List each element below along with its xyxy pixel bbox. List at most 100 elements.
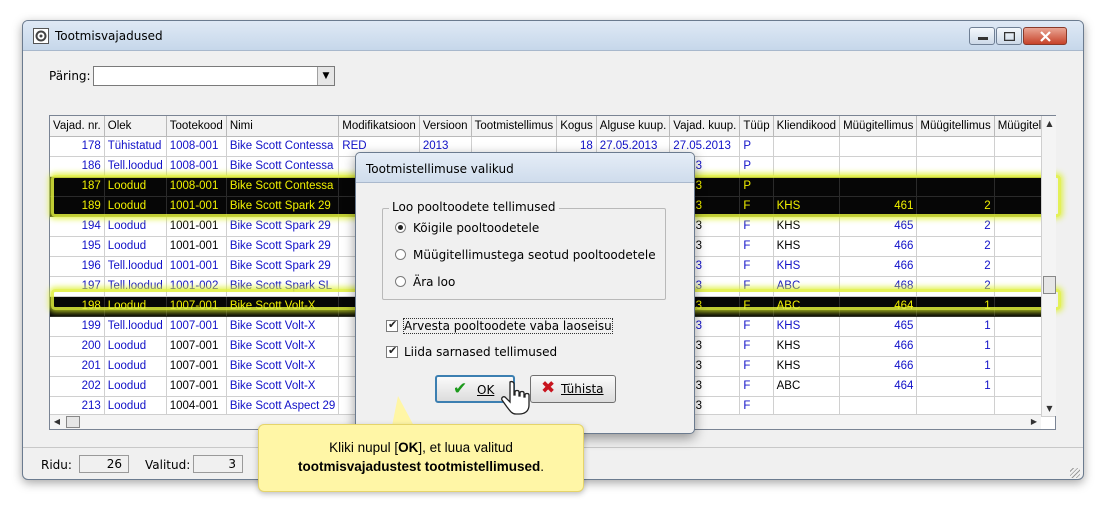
table-cell: 2 [916, 236, 995, 257]
checkbox-merge-orders[interactable]: Liida sarnased tellimused [386, 344, 557, 359]
vertical-scroll-thumb[interactable] [1043, 276, 1056, 294]
cancel-label: Tühista [561, 382, 604, 396]
radio-all-semi-products[interactable]: Kõigile pooltoodetele [395, 221, 539, 235]
rows-count: 26 [79, 455, 129, 473]
table-cell: 194 [50, 216, 105, 237]
radio-all-label: Kõigile pooltoodetele [413, 221, 540, 235]
cancel-x-icon: ✖ [541, 378, 556, 398]
table-cell: Bike Scott Spark 29 [226, 256, 340, 277]
column-header[interactable]: Kliendikood [773, 116, 841, 137]
table-cell: F [739, 196, 774, 217]
table-cell: Bike Scott Spark 29 [226, 196, 340, 217]
column-header[interactable]: Olek [104, 116, 167, 137]
close-button[interactable] [1023, 27, 1067, 45]
radio-icon[interactable] [395, 249, 406, 260]
table-cell: KHS [773, 356, 841, 377]
table-cell: Tell.loodud [104, 256, 167, 277]
column-header[interactable]: Tootekood [166, 116, 227, 137]
tooltip-text: . [540, 459, 545, 474]
table-cell: Loodud [104, 376, 167, 397]
column-header[interactable]: Tootmistellimus [471, 116, 558, 137]
table-cell: 187 [50, 176, 105, 197]
resize-grip-icon[interactable] [1070, 468, 1080, 478]
table-cell: KHS [773, 316, 841, 337]
table-cell: 178 [50, 136, 105, 157]
table-cell: F [739, 336, 774, 357]
table-cell: Bike Scott Volt-X [226, 336, 340, 357]
table-cell: Tühistatud [104, 136, 167, 157]
table-cell: 202 [50, 376, 105, 397]
table-cell: 195 [50, 236, 105, 257]
table-cell: 1 [916, 296, 995, 317]
table-cell: 189 [50, 196, 105, 217]
column-header[interactable]: Kogus [556, 116, 597, 137]
table-cell: 466 [839, 356, 918, 377]
table-cell: 1007-001 [166, 296, 227, 317]
table-cell: 197 [50, 276, 105, 297]
table-cell: F [739, 296, 774, 317]
table-cell: P [739, 156, 774, 177]
scroll-left-icon[interactable]: ◀ [50, 415, 64, 429]
table-cell: ABC [773, 276, 841, 297]
radio-selected-icon[interactable] [395, 222, 406, 233]
scroll-right-icon[interactable]: ▶ [1027, 415, 1041, 429]
tooltip-text: Kliki nupul [ [329, 440, 399, 455]
scroll-up-icon[interactable]: ▲ [1042, 116, 1057, 131]
vertical-scrollbar[interactable]: ▲ ▼ [1041, 116, 1056, 416]
table-cell: 464 [839, 296, 918, 317]
checkbox-checked-icon[interactable] [386, 318, 398, 332]
consider-stock-label: Arvesta pooltoodete vaba laoseisu [403, 318, 613, 334]
table-cell: 468 [839, 276, 918, 297]
cancel-button[interactable]: ✖ Tühista [530, 375, 616, 403]
radio-linked-semi-products[interactable]: Müügitellimustega seotud pooltoodetele [395, 248, 656, 262]
radio-none-label: Ära loo [413, 275, 456, 289]
minimize-button[interactable] [969, 27, 995, 45]
table-cell [773, 156, 841, 177]
column-header[interactable]: Tüüp [739, 116, 774, 137]
table-cell: 1 [916, 336, 995, 357]
checkbox-checked-icon[interactable] [386, 344, 398, 358]
table-cell: F [739, 396, 774, 417]
column-header[interactable]: Müügitellimus [916, 116, 995, 137]
table-cell [839, 176, 918, 197]
query-select[interactable]: ▼ [93, 66, 335, 86]
table-cell [773, 136, 841, 157]
table-cell: 461 [839, 196, 918, 217]
table-cell: 465 [839, 316, 918, 337]
table-cell: F [739, 216, 774, 237]
column-header[interactable]: Müügitellimus [839, 116, 918, 137]
instruction-tooltip: Kliki nupul [OK], et luua valitud tootmi… [258, 424, 584, 492]
column-header[interactable]: Versioon [419, 116, 472, 137]
radio-do-not-create[interactable]: Ära loo [395, 275, 455, 289]
chevron-down-icon[interactable]: ▼ [317, 67, 334, 85]
table-cell: 466 [839, 336, 918, 357]
table-cell: KHS [773, 216, 841, 237]
table-cell: 186 [50, 156, 105, 177]
table-cell: 1008-001 [166, 136, 227, 157]
table-cell: Bike Scott Volt-X [226, 316, 340, 337]
checkbox-consider-stock[interactable]: Arvesta pooltoodete vaba laoseisu [386, 318, 613, 334]
table-cell: Loodud [104, 396, 167, 417]
maximize-button[interactable] [996, 27, 1022, 45]
tooltip-pointer [392, 396, 414, 426]
ok-label: OK [477, 383, 495, 397]
column-header[interactable]: Nimi [226, 116, 340, 137]
dialog-titlebar: Tootmistellimuse valikud [356, 153, 694, 183]
horizontal-scroll-thumb[interactable] [66, 416, 80, 428]
table-cell: Loodud [104, 296, 167, 317]
table-cell: 2 [916, 256, 995, 277]
column-header[interactable]: Vajad. kuup. [669, 116, 741, 137]
group-label: Loo pooltoodete tellimused [389, 200, 559, 214]
column-header[interactable]: Vajad. nr. [50, 116, 105, 137]
table-cell [773, 176, 841, 197]
scroll-down-icon[interactable]: ▼ [1042, 401, 1057, 416]
table-cell: F [739, 316, 774, 337]
table-cell: P [739, 176, 774, 197]
column-header[interactable]: Modifikatsioon [338, 116, 420, 137]
table-cell [839, 136, 918, 157]
tooltip-bold-text: tootmisvajadustest tootmistellimused [297, 459, 541, 474]
radio-linked-label: Müügitellimustega seotud pooltoodetele [413, 248, 656, 262]
radio-icon[interactable] [395, 276, 406, 287]
column-header[interactable]: Alguse kuup. [596, 116, 671, 137]
query-label: Päring: [49, 69, 91, 83]
